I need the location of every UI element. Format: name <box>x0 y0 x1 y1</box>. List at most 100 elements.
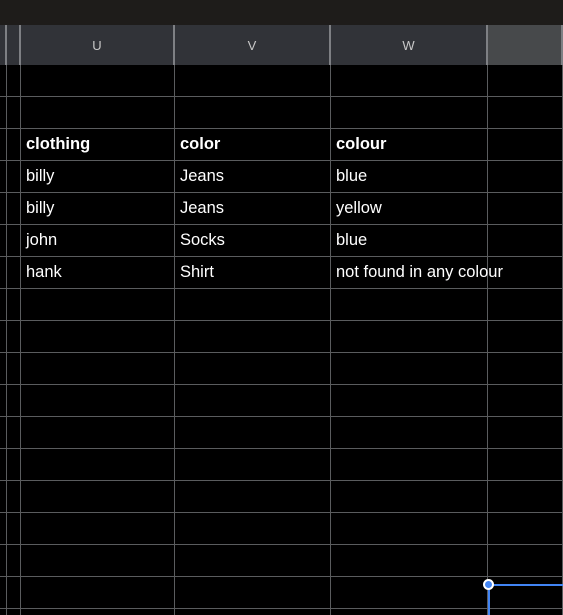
grid-cell[interactable] <box>488 289 563 320</box>
grid-cell[interactable] <box>0 417 7 448</box>
column-header-row-gutter-a[interactable] <box>0 25 7 65</box>
grid-cell[interactable] <box>175 449 331 480</box>
column-header-column-x[interactable] <box>488 25 563 65</box>
grid-cell[interactable] <box>331 353 488 384</box>
table-row[interactable] <box>0 97 563 129</box>
grid-cell[interactable] <box>331 609 488 615</box>
grid-cell[interactable]: billy <box>21 161 175 192</box>
grid-cell[interactable] <box>331 385 488 416</box>
grid-cell[interactable] <box>175 417 331 448</box>
grid-cell[interactable] <box>7 193 21 224</box>
grid-cell[interactable] <box>0 513 7 544</box>
grid-cell[interactable] <box>0 289 7 320</box>
grid-cell[interactable] <box>488 353 563 384</box>
grid-cell[interactable]: color <box>175 129 331 160</box>
grid-cell[interactable]: not found in any colour <box>331 257 503 288</box>
grid-cell[interactable] <box>7 353 21 384</box>
grid-cell[interactable] <box>175 481 331 512</box>
grid-cell[interactable] <box>21 321 175 352</box>
table-row[interactable] <box>0 65 563 97</box>
grid-cell[interactable]: clothing <box>21 129 175 160</box>
table-row[interactable]: clothing color colour <box>0 129 563 161</box>
grid-cell[interactable]: Jeans <box>175 161 331 192</box>
grid-cell[interactable] <box>175 513 331 544</box>
grid-cell[interactable] <box>21 65 175 96</box>
grid-cell[interactable] <box>7 545 21 576</box>
grid-cell[interactable] <box>175 577 331 608</box>
grid-cell[interactable] <box>488 97 563 128</box>
grid-cell[interactable] <box>331 321 488 352</box>
grid-cell[interactable] <box>21 417 175 448</box>
grid-cell[interactable] <box>21 481 175 512</box>
table-row[interactable] <box>0 481 563 513</box>
grid-cell[interactable] <box>0 97 7 128</box>
grid-cell[interactable] <box>7 225 21 256</box>
grid-cell[interactable] <box>0 577 7 608</box>
grid-cell[interactable] <box>488 225 563 256</box>
spreadsheet-grid[interactable]: clothing color colour billy Jeans blue billy Je… <box>0 65 563 615</box>
column-header-v[interactable]: V <box>175 25 331 65</box>
grid-cell[interactable] <box>7 449 21 480</box>
grid-cell[interactable] <box>7 257 21 288</box>
grid-cell[interactable] <box>7 97 21 128</box>
table-row[interactable] <box>0 385 563 417</box>
grid-cell[interactable] <box>488 385 563 416</box>
grid-cell[interactable] <box>331 481 488 512</box>
grid-cell[interactable] <box>0 129 7 160</box>
grid-cell[interactable] <box>21 97 175 128</box>
grid-cell[interactable] <box>21 385 175 416</box>
grid-cell[interactable] <box>7 65 21 96</box>
grid-cell[interactable] <box>21 449 175 480</box>
grid-cell[interactable] <box>488 129 563 160</box>
table-row[interactable]: billy Jeans blue <box>0 161 563 193</box>
grid-cell[interactable] <box>488 545 563 576</box>
grid-cell[interactable] <box>175 321 331 352</box>
grid-cell[interactable] <box>7 417 21 448</box>
grid-cell[interactable] <box>7 385 21 416</box>
grid-cell[interactable] <box>0 161 7 192</box>
grid-cell[interactable]: Jeans <box>175 193 331 224</box>
grid-cell[interactable] <box>0 545 7 576</box>
grid-cell[interactable] <box>331 513 488 544</box>
grid-cell[interactable] <box>0 65 7 96</box>
column-header-row-gutter-b[interactable] <box>7 25 21 65</box>
grid-cell[interactable] <box>7 289 21 320</box>
column-header-u[interactable]: U <box>21 25 175 65</box>
grid-cell[interactable] <box>488 481 563 512</box>
grid-cell[interactable] <box>0 385 7 416</box>
grid-cell[interactable] <box>175 65 331 96</box>
table-row[interactable] <box>0 289 563 321</box>
grid-cell[interactable] <box>7 609 21 615</box>
grid-cell[interactable] <box>331 577 488 608</box>
grid-cell[interactable] <box>0 193 7 224</box>
grid-cell[interactable]: billy <box>21 193 175 224</box>
grid-cell[interactable] <box>331 65 488 96</box>
grid-cell[interactable] <box>175 353 331 384</box>
grid-cell[interactable] <box>0 225 7 256</box>
grid-cell[interactable]: Socks <box>175 225 331 256</box>
grid-cell[interactable] <box>488 417 563 448</box>
grid-cell[interactable]: colour <box>331 129 488 160</box>
grid-cell[interactable] <box>0 481 7 512</box>
grid-cell[interactable] <box>175 97 331 128</box>
grid-cell[interactable] <box>488 161 563 192</box>
grid-cell[interactable] <box>331 417 488 448</box>
table-row[interactable]: hank Shirt not found in any colour <box>0 257 563 289</box>
grid-cell[interactable] <box>0 321 7 352</box>
grid-cell[interactable] <box>175 289 331 320</box>
grid-cell[interactable] <box>21 577 175 608</box>
grid-cell[interactable] <box>7 129 21 160</box>
grid-cell[interactable] <box>0 353 7 384</box>
column-header-w[interactable]: W <box>331 25 488 65</box>
grid-cell[interactable] <box>0 257 7 288</box>
grid-cell[interactable] <box>7 513 21 544</box>
grid-cell[interactable] <box>7 321 21 352</box>
grid-cell[interactable]: Shirt <box>175 257 331 288</box>
grid-cell[interactable]: blue <box>331 161 488 192</box>
table-row[interactable] <box>0 513 563 545</box>
grid-cell[interactable] <box>331 289 488 320</box>
grid-cell[interactable] <box>21 353 175 384</box>
grid-cell[interactable] <box>21 609 175 615</box>
grid-cell[interactable]: hank <box>21 257 175 288</box>
grid-cell[interactable] <box>331 449 488 480</box>
